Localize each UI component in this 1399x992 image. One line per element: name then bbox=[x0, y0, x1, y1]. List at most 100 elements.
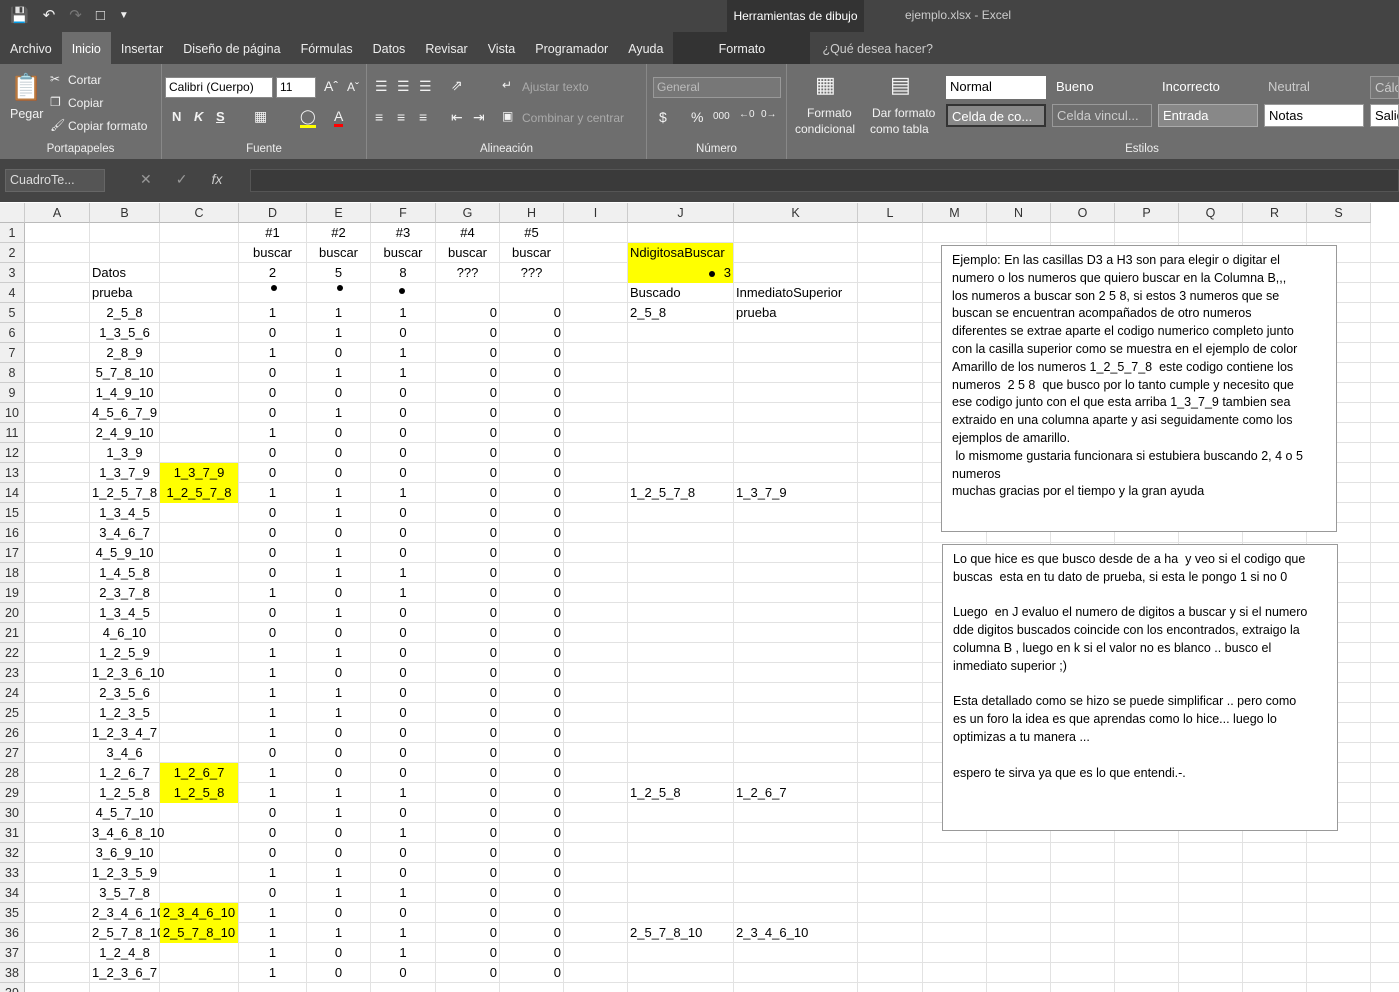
cell-e13[interactable]: 0 bbox=[307, 463, 370, 483]
cell-h32[interactable]: 0 bbox=[500, 843, 563, 863]
cell-g31[interactable]: 0 bbox=[436, 823, 499, 843]
cell-e27[interactable]: 0 bbox=[307, 743, 370, 763]
cell-g29[interactable]: 0 bbox=[436, 783, 499, 803]
cell-d7[interactable]: 1 bbox=[239, 343, 306, 363]
cell-g21[interactable]: 0 bbox=[436, 623, 499, 643]
cell-b31[interactable]: 3_4_6_8_10 bbox=[90, 823, 164, 843]
cell-h10[interactable]: 0 bbox=[500, 403, 563, 423]
cell-h25[interactable]: 0 bbox=[500, 703, 563, 723]
cell-b16[interactable]: 3_4_6_7 bbox=[90, 523, 159, 543]
cell-h3[interactable]: ??? bbox=[500, 263, 563, 283]
tab-insertar[interactable]: Insertar bbox=[111, 32, 173, 64]
cell-d13[interactable]: 0 bbox=[239, 463, 306, 483]
number-format-select[interactable]: General bbox=[653, 77, 781, 98]
tab-revisar[interactable]: Revisar bbox=[415, 32, 477, 64]
decrease-decimal-icon[interactable]: 0→ bbox=[761, 109, 777, 120]
cell-b18[interactable]: 1_4_5_8 bbox=[90, 563, 159, 583]
cell-b38[interactable]: 1_2_3_6_7 bbox=[90, 963, 159, 983]
column-header-k[interactable]: K bbox=[734, 203, 858, 223]
cell-g5[interactable]: 0 bbox=[436, 303, 499, 323]
cell-j29[interactable]: 1_2_5_8 bbox=[628, 783, 733, 803]
cell-j4[interactable]: Buscado bbox=[628, 283, 733, 303]
decrease-indent-icon[interactable]: ⇤ bbox=[451, 109, 463, 126]
tab-formato[interactable]: Formato bbox=[673, 32, 811, 64]
cell-d6[interactable]: 0 bbox=[239, 323, 306, 343]
row-header-27[interactable]: 27 bbox=[0, 743, 25, 763]
cell-e23[interactable]: 0 bbox=[307, 663, 370, 683]
cell-b13[interactable]: 1_3_7_9 bbox=[90, 463, 159, 483]
row-header-29[interactable]: 29 bbox=[0, 783, 25, 803]
cell-e34[interactable]: 1 bbox=[307, 883, 370, 903]
cell-e37[interactable]: 0 bbox=[307, 943, 370, 963]
new-document-icon[interactable]: □ bbox=[96, 6, 105, 26]
cell-b26[interactable]: 1_2_3_4_7 bbox=[90, 723, 159, 743]
table-format-line2[interactable]: como tabla bbox=[870, 122, 929, 136]
shape-handle-dot[interactable] bbox=[709, 271, 715, 277]
cell-d38[interactable]: 1 bbox=[239, 963, 306, 983]
cell-b24[interactable]: 2_3_5_6 bbox=[90, 683, 159, 703]
row-header-20[interactable]: 20 bbox=[0, 603, 25, 623]
cell-h38[interactable]: 0 bbox=[500, 963, 563, 983]
column-header-g[interactable]: G bbox=[436, 203, 500, 223]
shape-handle-dot[interactable] bbox=[271, 285, 277, 291]
table-format-line1[interactable]: Dar formato bbox=[872, 106, 935, 120]
row-header-32[interactable]: 32 bbox=[0, 843, 25, 863]
cell-e24[interactable]: 1 bbox=[307, 683, 370, 703]
cell-c35[interactable]: 2_3_4_6_10 bbox=[160, 903, 238, 923]
cell-g20[interactable]: 0 bbox=[436, 603, 499, 623]
cell-h33[interactable]: 0 bbox=[500, 863, 563, 883]
cell-f2[interactable]: buscar bbox=[371, 243, 435, 263]
cell-e6[interactable]: 1 bbox=[307, 323, 370, 343]
cell-h11[interactable]: 0 bbox=[500, 423, 563, 443]
cell-d24[interactable]: 1 bbox=[239, 683, 306, 703]
cell-e5[interactable]: 1 bbox=[307, 303, 370, 323]
wrap-text-button[interactable]: Ajustar texto bbox=[522, 80, 589, 94]
percent-button[interactable]: % bbox=[691, 109, 703, 125]
cell-e29[interactable]: 1 bbox=[307, 783, 370, 803]
cell-h28[interactable]: 0 bbox=[500, 763, 563, 783]
increase-indent-icon[interactable]: ⇥ bbox=[473, 109, 485, 126]
select-all-corner[interactable] bbox=[0, 203, 25, 223]
cell-h14[interactable]: 0 bbox=[500, 483, 563, 503]
cell-e26[interactable]: 0 bbox=[307, 723, 370, 743]
cell-e20[interactable]: 1 bbox=[307, 603, 370, 623]
grow-font-icon[interactable]: Aˆ bbox=[324, 78, 338, 94]
cell-g16[interactable]: 0 bbox=[436, 523, 499, 543]
column-header-o[interactable]: O bbox=[1051, 203, 1115, 223]
column-header-b[interactable]: B bbox=[90, 203, 160, 223]
style-notas[interactable]: Notas bbox=[1264, 104, 1364, 127]
column-header-a[interactable]: A bbox=[25, 203, 90, 223]
cell-b33[interactable]: 1_2_3_5_9 bbox=[90, 863, 159, 883]
cell-d11[interactable]: 1 bbox=[239, 423, 306, 443]
cell-d35[interactable]: 1 bbox=[239, 903, 306, 923]
name-box[interactable]: CuadroTe... bbox=[5, 169, 105, 192]
cell-k36[interactable]: 2_3_4_6_10 bbox=[734, 923, 857, 943]
cell-e38[interactable]: 0 bbox=[307, 963, 370, 983]
cell-b34[interactable]: 3_5_7_8 bbox=[90, 883, 159, 903]
align-top-icon[interactable]: ☰ bbox=[375, 78, 388, 95]
cell-h7[interactable]: 0 bbox=[500, 343, 563, 363]
cell-f3[interactable]: 8 bbox=[371, 263, 435, 283]
cell-g2[interactable]: buscar bbox=[436, 243, 499, 263]
cell-d21[interactable]: 0 bbox=[239, 623, 306, 643]
cell-g11[interactable]: 0 bbox=[436, 423, 499, 443]
cell-b30[interactable]: 4_5_7_10 bbox=[90, 803, 159, 823]
cell-g36[interactable]: 0 bbox=[436, 923, 499, 943]
cell-f35[interactable]: 0 bbox=[371, 903, 435, 923]
cell-e18[interactable]: 1 bbox=[307, 563, 370, 583]
row-header-30[interactable]: 30 bbox=[0, 803, 25, 823]
style-calculo[interactable]: Cálc bbox=[1370, 76, 1399, 99]
cell-e28[interactable]: 0 bbox=[307, 763, 370, 783]
cell-f14[interactable]: 1 bbox=[371, 483, 435, 503]
row-header-5[interactable]: 5 bbox=[0, 303, 25, 323]
cell-e2[interactable]: buscar bbox=[307, 243, 370, 263]
row-header-19[interactable]: 19 bbox=[0, 583, 25, 603]
cell-b28[interactable]: 1_2_6_7 bbox=[90, 763, 159, 783]
cell-g17[interactable]: 0 bbox=[436, 543, 499, 563]
tab-archivo[interactable]: Archivo bbox=[0, 32, 62, 64]
cell-d37[interactable]: 1 bbox=[239, 943, 306, 963]
cell-e22[interactable]: 1 bbox=[307, 643, 370, 663]
align-center-icon[interactable]: ≡ bbox=[397, 109, 405, 125]
cell-b21[interactable]: 4_6_10 bbox=[90, 623, 159, 643]
cell-f19[interactable]: 1 bbox=[371, 583, 435, 603]
